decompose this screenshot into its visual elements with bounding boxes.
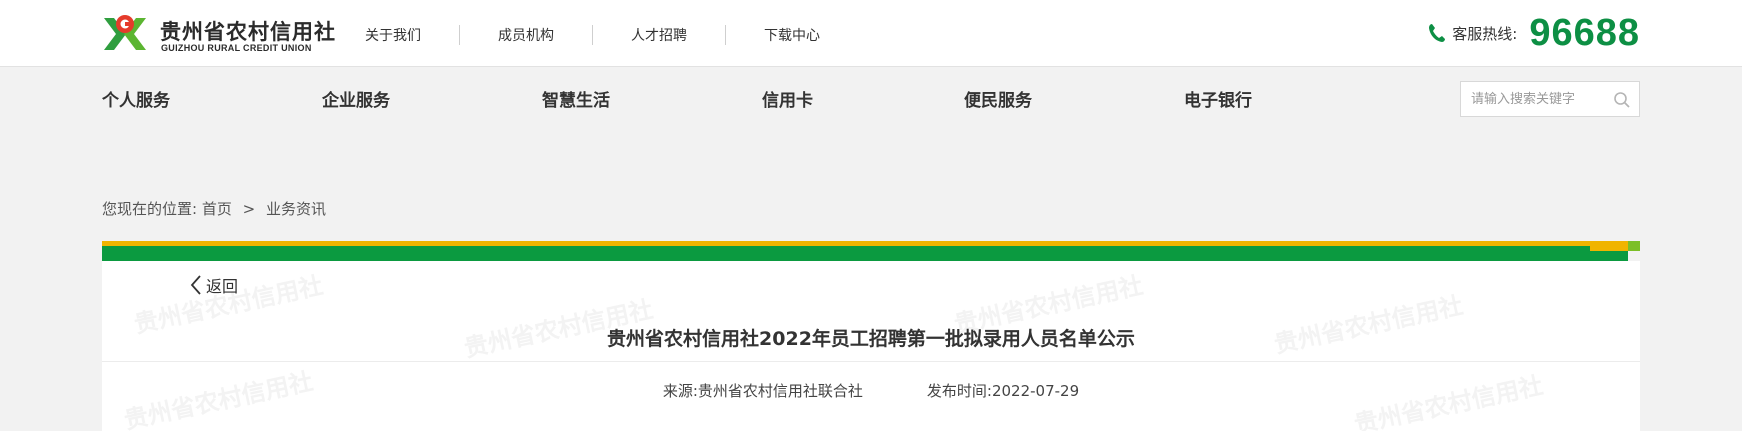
stripe-corner-green [1628, 241, 1640, 251]
nav-convenience-services[interactable]: 便民服务 [964, 86, 1032, 111]
logo-icon [104, 15, 146, 50]
hotline-label: 客服热线: [1452, 24, 1518, 43]
nav-enterprise-services[interactable]: 企业服务 [322, 86, 390, 111]
header-stripe-green [102, 246, 1628, 261]
article-panel: 贵州省农村信用社 贵州省农村信用社 贵州省农村信用社 贵州省农村信用社 贵州省农… [102, 261, 1640, 431]
top-link-members[interactable]: 成员机构 [498, 25, 554, 45]
logo-text-cn: 贵州省农村信用社 [160, 20, 336, 44]
top-link-divider [725, 25, 726, 45]
article-meta: 来源:贵州省农村信用社联合社 发布时间:2022-07-29 [102, 380, 1640, 401]
breadcrumb-home[interactable]: 首页 [202, 200, 232, 218]
logo[interactable]: 贵州省农村信用社 GUIZHOU RURAL CREDIT UNION [100, 10, 350, 58]
search-box [1460, 81, 1640, 117]
breadcrumb: 您现在的位置: 首页 > 业务资讯 [102, 198, 326, 219]
back-label: 返回 [206, 277, 239, 296]
chevron-left-icon [190, 275, 201, 295]
source-label: 来源: [662, 382, 698, 400]
top-link-about[interactable]: 关于我们 [365, 25, 421, 45]
search-input[interactable] [1461, 82, 1601, 116]
breadcrumb-separator: > [242, 200, 256, 218]
logo-text-en: GUIZHOU RURAL CREDIT UNION [161, 43, 312, 53]
hotline-number: 96688 [1529, 11, 1640, 54]
back-button[interactable]: 返回 [190, 273, 238, 297]
search-icon[interactable] [1613, 91, 1631, 109]
top-links: 关于我们 成员机构 人才招聘 下载中心 [365, 22, 820, 48]
date-label: 发布时间: [926, 382, 992, 400]
hotline: 客服热线: 96688 [1428, 10, 1640, 56]
top-link-divider [459, 25, 460, 45]
stripe-corner-yellow [1590, 241, 1628, 251]
nav-credit-card[interactable]: 信用卡 [762, 86, 813, 111]
source-value: 贵州省农村信用社联合社 [697, 382, 863, 400]
nav-e-banking[interactable]: 电子银行 [1184, 86, 1252, 111]
title-divider [102, 361, 1640, 362]
phone-icon [1429, 24, 1446, 42]
top-link-careers[interactable]: 人才招聘 [631, 25, 687, 45]
nav-smart-life[interactable]: 智慧生活 [542, 86, 610, 111]
nav-personal-services[interactable]: 个人服务 [102, 86, 170, 111]
date-value: 2022-07-29 [991, 382, 1080, 400]
top-link-downloads[interactable]: 下载中心 [764, 25, 820, 45]
top-link-divider [592, 25, 593, 45]
breadcrumb-prefix: 您现在的位置: [102, 200, 198, 218]
breadcrumb-current[interactable]: 业务资讯 [266, 200, 326, 218]
top-bar: 贵州省农村信用社 GUIZHOU RURAL CREDIT UNION 关于我们… [0, 0, 1742, 67]
article-title: 贵州省农村信用社2022年员工招聘第一批拟录用人员名单公示 [607, 328, 1135, 350]
